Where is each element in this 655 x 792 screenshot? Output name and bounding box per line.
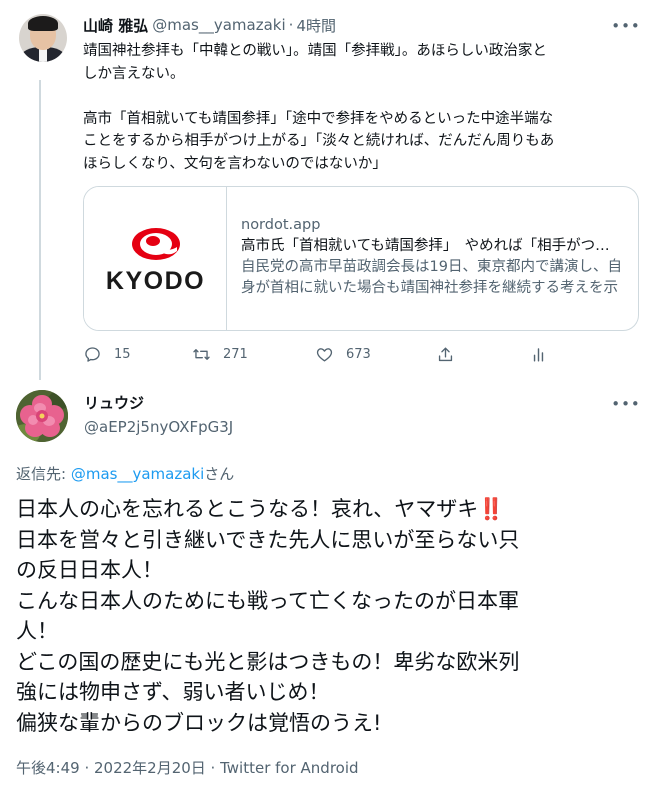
- share-button[interactable]: [436, 343, 455, 365]
- card-domain: nordot.app: [241, 217, 321, 233]
- reply-icon: [85, 346, 100, 362]
- more-icon[interactable]: •••: [611, 16, 640, 36]
- kyodo-logo-text: KYODO: [105, 267, 206, 295]
- double-exclamation-emoji: ‼️: [478, 497, 505, 521]
- tweet-actions: 15 271 673: [83, 343, 553, 365]
- reply-author-handle[interactable]: @aEP2j5nyOXFpG3J: [84, 418, 233, 436]
- kyodo-logo-mark: [132, 228, 180, 260]
- header-separator: ·: [288, 16, 294, 34]
- reply-count: 15: [114, 346, 131, 362]
- reply-text-body: 日本を営々と引き継いできた先人に思いが至らない只 の反日日本人！ こんな日本人の…: [16, 527, 520, 735]
- tweet-text: 靖国神社参拝も「中韓との戦い」。靖国「参拝戦」。あほらしい政治家と しか言えない…: [83, 43, 555, 172]
- reply-to-line: 返信先: @mas__yamazakiさん: [16, 463, 234, 484]
- reply-author-name[interactable]: リュウジ: [84, 392, 144, 413]
- tweet-timestamp[interactable]: 午後4:49 · 2022年2月20日 · Twitter for Androi…: [16, 757, 359, 778]
- thread-connector-line: [39, 80, 41, 380]
- heart-icon: [316, 347, 333, 362]
- avatar-hair: [28, 16, 58, 31]
- retweet-count: 271: [223, 346, 248, 362]
- reply-to-mention-link[interactable]: @mas__yamazaki: [71, 465, 204, 483]
- card-title: 高市氏「首相就いても靖国参拝」 やめれば「相手がつけ上がる」: [241, 238, 624, 254]
- like-button[interactable]: 673: [315, 343, 371, 365]
- flower-avatar-image: [16, 390, 68, 442]
- reply-button[interactable]: 15: [83, 343, 131, 365]
- reply-text-line1: 日本人の心を忘れるとこうなる！哀れ、ヤマザキ: [16, 497, 479, 521]
- card-image: KYODO: [84, 187, 227, 330]
- link-card[interactable]: KYODO nordot.app 高市氏「首相就いても靖国参拝」 やめれば「相手…: [83, 186, 639, 331]
- analytics-icon: [533, 347, 544, 362]
- analytics-button[interactable]: [529, 343, 548, 365]
- share-icon: [438, 346, 453, 361]
- tweet-header: 山崎 雅弘 @mas__yamazaki · 4時間: [83, 15, 336, 35]
- author-name[interactable]: 山崎 雅弘: [83, 15, 148, 36]
- retweet-icon: [193, 348, 210, 360]
- reply-to-suffix: さん: [204, 465, 235, 483]
- card-description: 自民党の高市早苗政調会長は19日、東京都内で講演し、自身が首相に就いた場合も靖国…: [241, 259, 622, 296]
- reply-to-prefix: 返信先:: [16, 465, 71, 483]
- retweet-button[interactable]: 271: [192, 343, 248, 365]
- author-handle[interactable]: @mas__yamazaki: [152, 16, 285, 34]
- like-count: 673: [346, 346, 371, 362]
- card-body: nordot.app 高市氏「首相就いても靖国参拝」 やめれば「相手がつけ上がる…: [227, 187, 638, 330]
- avatar[interactable]: [19, 14, 67, 62]
- avatar[interactable]: [16, 390, 68, 442]
- tweet-time[interactable]: 4時間: [296, 15, 336, 36]
- more-icon[interactable]: •••: [611, 394, 640, 414]
- parent-tweet[interactable]: 山崎 雅弘 @mas__yamazaki · 4時間 ••• 靖国神社参拝も「中…: [0, 0, 655, 384]
- reply-tweet-text: 日本人の心を忘れるとこうなる！哀れ、ヤマザキ‼️ 日本を営々と引き継いできた先人…: [16, 494, 641, 738]
